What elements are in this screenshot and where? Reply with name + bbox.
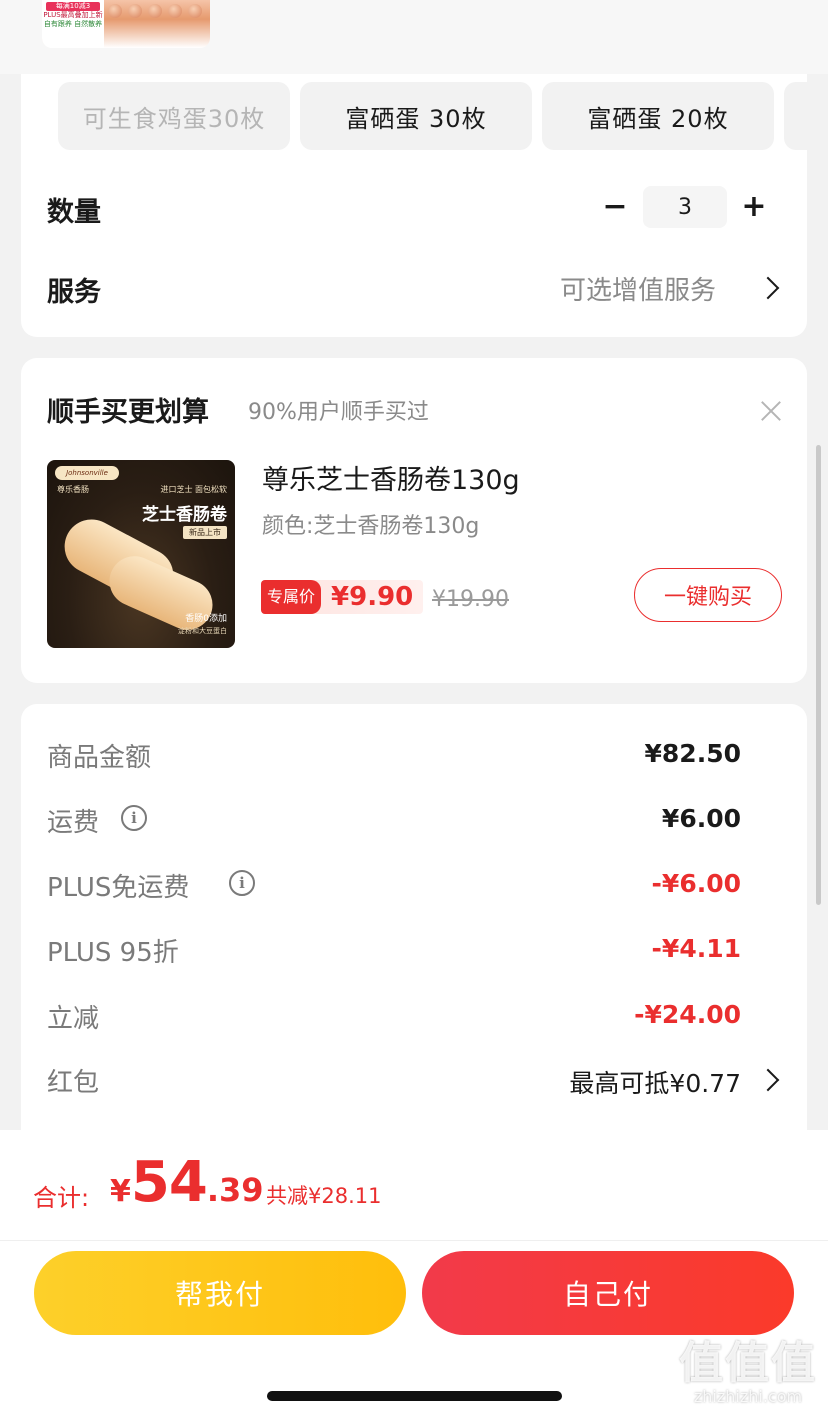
- summary-shipping-label: 运费: [47, 808, 100, 838]
- variant-option-1[interactable]: 可生食鸡蛋30枚: [58, 82, 290, 150]
- watermark: 值值值 zhizhizhi.com: [678, 1340, 818, 1410]
- total-integer: 54: [130, 1150, 208, 1215]
- quantity-value[interactable]: 3: [643, 186, 727, 228]
- promo-line-2: PLUS最高叠加上新: [43, 11, 103, 19]
- summary-goods-value: ¥82.50: [644, 739, 741, 768]
- plus-shipping-info-icon[interactable]: i: [229, 870, 255, 896]
- addon-product-spec: 颜色:芝士香肠卷130g: [262, 514, 480, 539]
- summary-instant-reduce-label: 立减: [47, 1004, 100, 1034]
- one-click-buy-button[interactable]: 一键购买: [634, 568, 782, 622]
- image-badge: 新品上市: [183, 526, 227, 539]
- brand-cn: 尊乐香肠: [57, 485, 89, 494]
- summary-plus-discount-value: -¥4.11: [651, 934, 741, 963]
- summary-goods-label: 商品金额: [47, 743, 152, 773]
- exclusive-price-label: 专属价: [261, 580, 322, 614]
- scrollbar[interactable]: [816, 445, 821, 905]
- self-pay-button[interactable]: 自己付: [422, 1251, 794, 1335]
- help-pay-button[interactable]: 帮我付: [34, 1251, 406, 1335]
- service-label: 服务: [47, 277, 101, 308]
- variant-option-2[interactable]: 富硒蛋 30枚: [300, 82, 532, 150]
- brand-logo: Johnsonville: [55, 466, 119, 480]
- addon-product-name[interactable]: 尊乐芝士香肠卷130g: [262, 458, 520, 497]
- eggs-image: [108, 4, 208, 24]
- addon-product-image[interactable]: Johnsonville 尊乐香肠 进口芝士 面包松软 芝士香肠卷 新品上市 香…: [47, 460, 235, 648]
- watermark-logo: 值值值: [679, 1338, 817, 1389]
- total-decimal: .39: [206, 1171, 264, 1209]
- summary-shipping-value: ¥6.00: [661, 804, 741, 833]
- variant-option-4[interactable]: [784, 82, 828, 150]
- watermark-url: zhizhizhi.com: [693, 1387, 803, 1406]
- image-product-name: 芝士香肠卷: [142, 505, 227, 525]
- exclusive-price-tag: 专属价 ¥9.90: [261, 580, 424, 614]
- summary-instant-reduce-value: -¥24.00: [634, 1000, 741, 1029]
- product-thumbnail[interactable]: 每满10减3 PLUS最高叠加上新 自有跟养 自然散养: [42, 0, 210, 48]
- thumbnail-promo: 每满10减3 PLUS最高叠加上新 自有跟养 自然散养: [42, 0, 104, 48]
- addon-subtitle: 90%用户顺手买过: [248, 400, 429, 425]
- summary-plus-discount-label: PLUS 95折: [47, 938, 179, 968]
- summary-red-packet-label: 红包: [47, 1068, 100, 1098]
- summary-plus-shipping-label: PLUS免运费: [47, 873, 190, 903]
- addon-title: 顺手买更划算: [47, 397, 209, 428]
- quantity-label: 数量: [47, 197, 101, 228]
- divider: [0, 1240, 828, 1241]
- service-value[interactable]: 可选增值服务: [560, 270, 716, 307]
- original-price: ¥19.90: [432, 587, 509, 612]
- variant-list: 可生食鸡蛋30枚 富硒蛋 30枚 富硒蛋 20枚: [58, 82, 828, 152]
- total-label: 合计:: [33, 1184, 90, 1212]
- image-footnote-2: 淀粉和大豆蛋白: [178, 627, 227, 635]
- quantity-minus-button[interactable]: −: [600, 189, 630, 224]
- shipping-info-icon[interactable]: i: [121, 805, 147, 831]
- home-indicator[interactable]: [267, 1391, 562, 1401]
- total-currency: ¥: [110, 1174, 131, 1209]
- image-subtext: 进口芝士 面包松软: [160, 485, 227, 494]
- close-icon[interactable]: [760, 400, 782, 422]
- summary-plus-shipping-value: -¥6.00: [651, 869, 741, 898]
- exclusive-price: ¥9.90: [331, 582, 414, 612]
- total-saved: 共减¥28.11: [266, 1184, 382, 1208]
- quantity-plus-button[interactable]: +: [739, 189, 769, 224]
- variant-option-3[interactable]: 富硒蛋 20枚: [542, 82, 774, 150]
- summary-red-packet-value[interactable]: 最高可抵¥0.77: [569, 1064, 741, 1100]
- total-amount: ¥ 54 .39: [110, 1150, 264, 1215]
- promo-line-1: 每满10减3: [46, 2, 100, 11]
- product-thumbnail-strip: 每满10减3 PLUS最高叠加上新 自有跟养 自然散养: [0, 0, 828, 74]
- promo-line-3: 自有跟养 自然散养: [43, 20, 103, 28]
- image-footnote: 香肠0添加: [185, 614, 227, 624]
